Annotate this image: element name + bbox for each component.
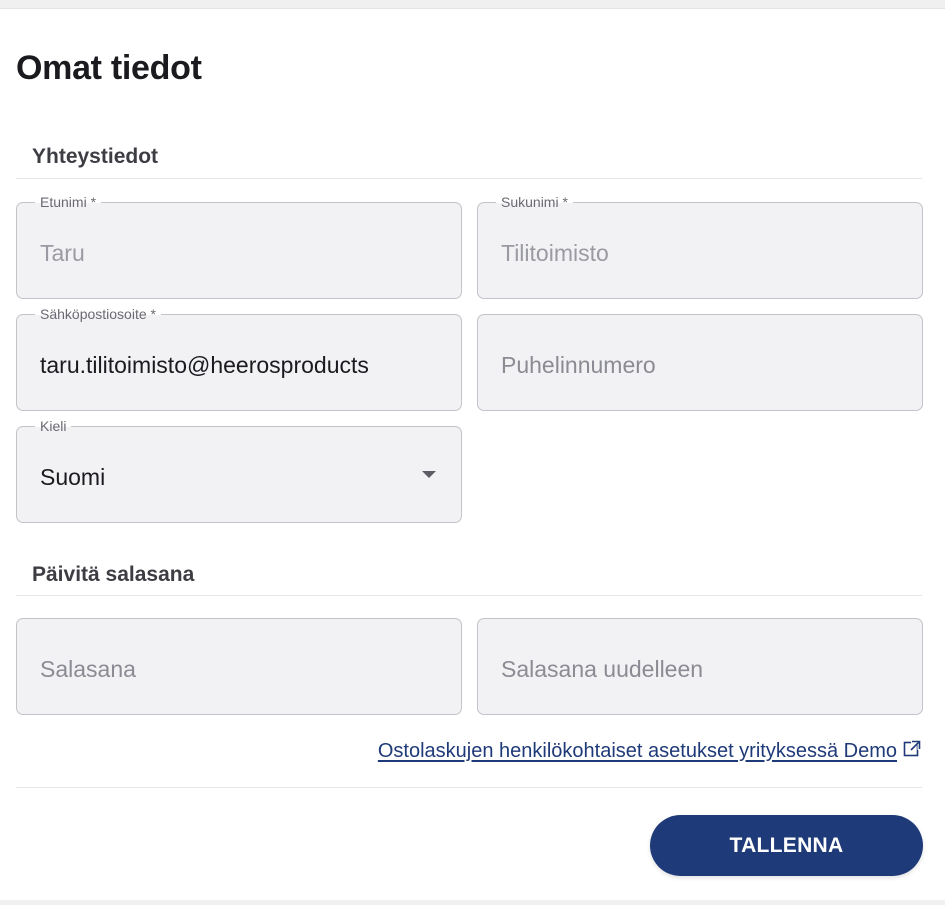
external-link-icon[interactable]: [903, 740, 921, 758]
top-divider: [0, 0, 945, 9]
password-repeat-field[interactable]: Salasana uudelleen: [477, 618, 923, 715]
profile-form-page: Omat tiedot Yhteystiedot Etunimi * Taru …: [0, 0, 945, 905]
first-name-value: Taru: [40, 240, 85, 266]
password-field[interactable]: Salasana: [16, 618, 462, 715]
footer-divider: [16, 787, 922, 788]
phone-field[interactable]: Puhelinnumero: [477, 314, 923, 411]
first-name-label: Etunimi *: [35, 193, 102, 211]
section-divider-password: [16, 595, 922, 596]
section-title-contact: Yhteystiedot: [32, 145, 159, 168]
save-button[interactable]: TALLENNA: [650, 815, 923, 876]
first-name-field[interactable]: Etunimi * Taru: [16, 193, 462, 299]
email-field[interactable]: Sähköpostiosoite * taru.tilitoimisto@hee…: [16, 305, 462, 411]
bottom-divider: [0, 900, 945, 905]
language-value: Suomi: [40, 464, 106, 490]
page-title: Omat tiedot: [16, 49, 202, 87]
last-name-field[interactable]: Sukunimi * Tilitoimisto: [477, 193, 923, 299]
email-value: taru.tilitoimisto@heerosproducts: [40, 352, 369, 378]
chevron-down-icon[interactable]: [422, 471, 436, 478]
language-label: Kieli: [35, 417, 72, 435]
section-title-password: Päivitä salasana: [32, 563, 195, 586]
language-select[interactable]: Kieli Suomi: [16, 417, 462, 523]
email-label: Sähköpostiosoite *: [35, 305, 161, 323]
phone-placeholder: Puhelinnumero: [501, 352, 656, 378]
password-placeholder: Salasana: [40, 656, 136, 682]
section-divider-contact: [16, 178, 922, 179]
last-name-label: Sukunimi *: [496, 193, 573, 211]
invoice-settings-link-row[interactable]: Ostolaskujen henkilökohtaiset asetukset …: [378, 736, 921, 766]
password-repeat-placeholder: Salasana uudelleen: [501, 656, 704, 682]
last-name-value: Tilitoimisto: [501, 240, 609, 266]
invoice-settings-link[interactable]: Ostolaskujen henkilökohtaiset asetukset …: [378, 740, 897, 763]
